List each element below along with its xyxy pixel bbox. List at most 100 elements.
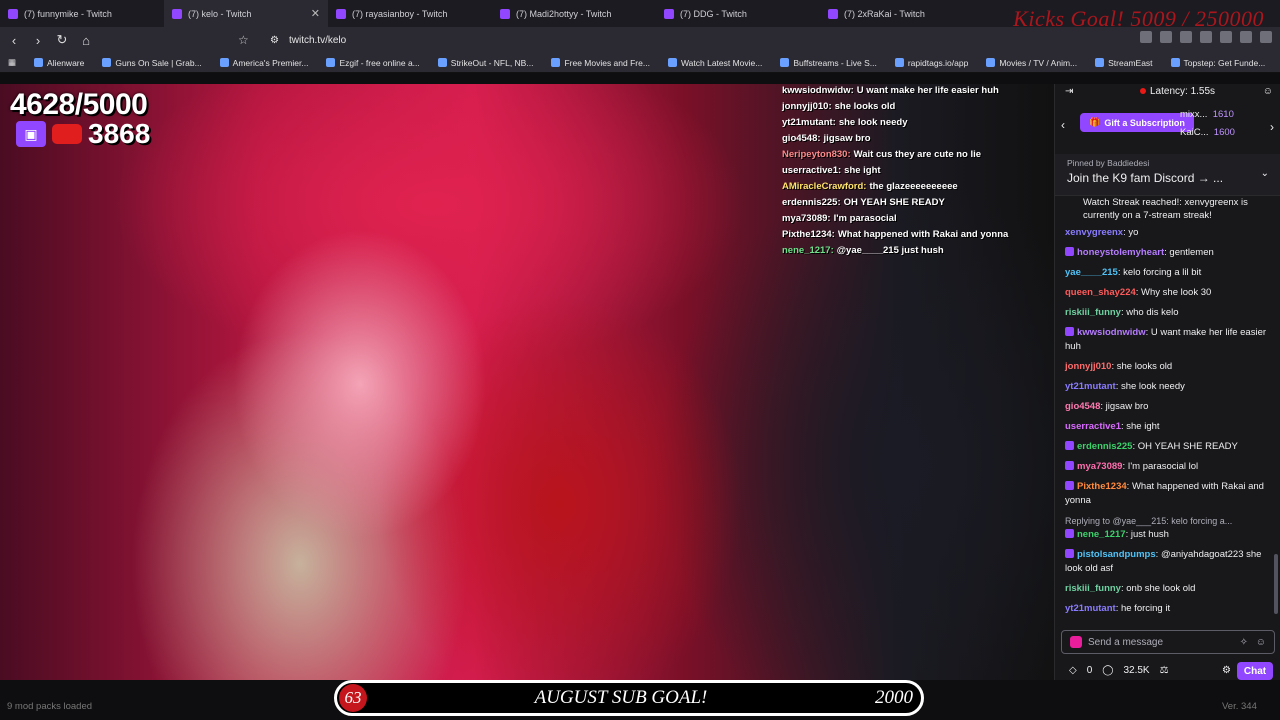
bookmark-item[interactable]: StrikeOut - NFL, NB... (437, 58, 533, 68)
reload-icon[interactable]: ↻ (52, 32, 72, 48)
chat-message: yae____215: kelo forcing a lil bit (1065, 267, 1202, 278)
chat-scrollbar[interactable] (1274, 554, 1278, 614)
extensions-toolbar (1140, 31, 1272, 43)
leaderboard: mixx... 1610 KaiC... 1600 (1180, 106, 1235, 142)
leaderboard-entry: mixx... 1610 (1180, 109, 1234, 120)
twitch-favicon-icon (500, 8, 510, 19)
extension-icon[interactable] (1180, 31, 1192, 43)
mod-packs-status: 9 mod packs loaded (7, 701, 93, 712)
chat-header: ⇥ Latency: 1.55s ☺ (1055, 84, 1280, 102)
stream-chat-overlay: kwwsiodnwidw: U want make her life easier… (782, 84, 1052, 260)
viewer-count: 32.5K (1123, 664, 1150, 676)
chat-message: userractive1: she ight (1065, 421, 1160, 432)
reply-context: Replying to @yae___215: kelo forcing a..… (1065, 516, 1233, 526)
bookmark-icon[interactable]: ☆ (238, 33, 249, 47)
live-dot-icon (1140, 88, 1146, 94)
twitch-favicon-icon (664, 8, 674, 19)
bits-points-icon[interactable]: ◇ (1069, 665, 1077, 676)
chat-panel: ⇥ Latency: 1.55s ☺ ‹ 🎁 Gift a Subscriptio… (1054, 84, 1280, 680)
pinned-message[interactable]: Pinned by Baddiedesi Join the K9 fam Dis… (1055, 154, 1280, 196)
tab-ddg[interactable]: (7) DDG - Twitch (656, 0, 820, 27)
chevron-down-icon[interactable]: ⌄ (1261, 168, 1269, 179)
chat-send-button[interactable]: Chat (1237, 662, 1273, 680)
extension-icon[interactable] (1220, 31, 1232, 43)
tab-label: (7) rayasianboy - Twitch (352, 8, 448, 19)
collapse-arrow-icon[interactable]: ⇥ (1065, 86, 1073, 97)
bookmark-item[interactable]: America's Premier... (219, 58, 308, 68)
extension-icon[interactable] (1140, 31, 1152, 43)
bookmark-item[interactable]: Ezgif - free online a... (326, 58, 420, 68)
bookmark-item[interactable]: Guns On Sale | Grab... (102, 58, 202, 68)
chat-message: riskiii_funny: who dis kelo (1065, 307, 1179, 318)
channel-points-icon[interactable]: ◯ (1102, 665, 1113, 676)
back-arrow-icon[interactable]: ‹ (4, 33, 24, 48)
chevron-right-icon[interactable]: › (1270, 120, 1274, 134)
extension-icon[interactable] (1200, 31, 1212, 43)
tab-rayasianboy[interactable]: (7) rayasianboy - Twitch (328, 0, 492, 27)
overlay-chat-line: userractive1: she ight (782, 165, 881, 176)
bookmark-item[interactable]: rapidtags.io/app (894, 58, 968, 68)
chat-input[interactable]: Send a message ✧ ☺ (1061, 630, 1275, 654)
extension-icon[interactable] (1160, 31, 1172, 43)
twitch-favicon-icon (336, 8, 346, 19)
tab-funnymike[interactable]: (7) funnymike - Twitch (0, 0, 164, 27)
bookmark-item[interactable]: StreamEast (1095, 58, 1153, 68)
sub-count: 3868 (88, 118, 151, 149)
points-count: 0 (1086, 664, 1093, 676)
chat-messages: Watch Streak reached!: xenvygreenx is cu… (1055, 196, 1280, 626)
leaderboard-entry: KaiC... 1600 (1180, 127, 1235, 138)
chat-message: riskiii_funny: onb she look old (1065, 583, 1196, 594)
overlay-chat-line: nene_1217: @yae____215 just hush (782, 245, 944, 256)
chat-message: xenvygreenx: yo (1065, 227, 1139, 238)
address-bar-row: ‹ › ↻ ⌂ ☆ ⚙ twitch.tv/kelo (0, 27, 1280, 53)
tab-label: (7) funnymike - Twitch (24, 8, 112, 19)
bookmark-item[interactable]: Movies / TV / Anim... (986, 58, 1077, 68)
bookmark-item[interactable]: Buffstreams - Live S... (780, 58, 877, 68)
chat-message: honeystolemyheart: gentlemen (1065, 246, 1273, 260)
pinned-text: Join the K9 fam Discord → ... (1067, 171, 1224, 185)
goal-label: AUGUST SUB GOAL! (534, 687, 708, 708)
overlay-chat-line: jonnyjj010: she looks old (782, 101, 896, 112)
users-icon[interactable]: ☺ (1263, 86, 1273, 97)
twitch-favicon-icon (172, 8, 182, 19)
forward-arrow-icon[interactable]: › (28, 33, 48, 48)
bits-icon[interactable]: ✧ (1240, 637, 1248, 648)
settings-gear-icon[interactable]: ⚙ (1222, 665, 1231, 676)
bookmark-item[interactable]: Alienware (34, 58, 84, 68)
bookmark-item[interactable]: Topstep: Get Funde... (1170, 58, 1265, 68)
emote-icon[interactable]: ☺ (1256, 637, 1266, 648)
chevron-left-icon[interactable]: ‹ (1061, 118, 1065, 132)
bookmark-item[interactable]: Watch Latest Movie... (667, 58, 762, 68)
menu-icon[interactable] (1260, 31, 1272, 43)
chat-message: pistolsandpumps: @aniyahdagoat223 she lo… (1065, 549, 1262, 574)
home-icon[interactable]: ⌂ (76, 33, 96, 48)
tab-kelo[interactable]: (7) kelo - Twitch ✕ (164, 0, 328, 27)
gift-subscription-button[interactable]: 🎁 Gift a Subscription (1080, 113, 1194, 132)
pinned-by: Pinned by Baddiedesi (1067, 158, 1150, 168)
close-icon[interactable]: ✕ (311, 7, 320, 20)
bookmarks-bar: ▦ Alienware Guns On Sale | Grab... Ameri… (0, 53, 1280, 73)
sub-counter: ▣ 3868 (16, 118, 150, 150)
chat-message: queen_shay224: Why she look 30 (1065, 287, 1212, 298)
chat-message: kwwsiodnwidw: U want make her life easie… (1065, 327, 1267, 352)
bookmark-item[interactable]: Free Movies and Fre... (551, 58, 650, 68)
overlay-chat-line: Neripeyton830: Wait cus they are cute no … (782, 149, 982, 160)
goal-target: 2000 (875, 687, 913, 708)
tab-2xrakai[interactable]: (7) 2xRaKai - Twitch (820, 0, 984, 27)
apps-grid-icon[interactable]: ▦ (8, 57, 16, 68)
overlay-chat-line: yt21mutant: she look needy (782, 117, 908, 128)
twitch-logo-icon: ▣ (16, 121, 46, 147)
overlay-chat-line: mya73089: I'm parasocial (782, 213, 897, 224)
chat-message: Pixthe1234: What happened with Rakai and… (1065, 481, 1264, 506)
tab-label: (7) Madi2hottyy - Twitch (516, 8, 612, 19)
site-info-icon[interactable]: ⚙ (270, 35, 279, 46)
tab-madi2hottyy[interactable]: (7) Madi2hottyy - Twitch (492, 0, 656, 27)
url-field[interactable]: ☆ ⚙ twitch.tv/kelo (238, 31, 982, 49)
latency-indicator: Latency: 1.55s (1140, 86, 1215, 97)
tab-label: (7) 2xRaKai - Twitch (844, 8, 925, 19)
watch-streak-notice: Watch Streak reached!: xenvygreenx is cu… (1083, 197, 1248, 221)
prediction-icon[interactable]: ⚖ (1160, 665, 1169, 676)
sidebar-icon[interactable] (1240, 31, 1252, 43)
goal-current: 63 (339, 684, 367, 712)
tab-label: (7) kelo - Twitch (188, 8, 252, 19)
